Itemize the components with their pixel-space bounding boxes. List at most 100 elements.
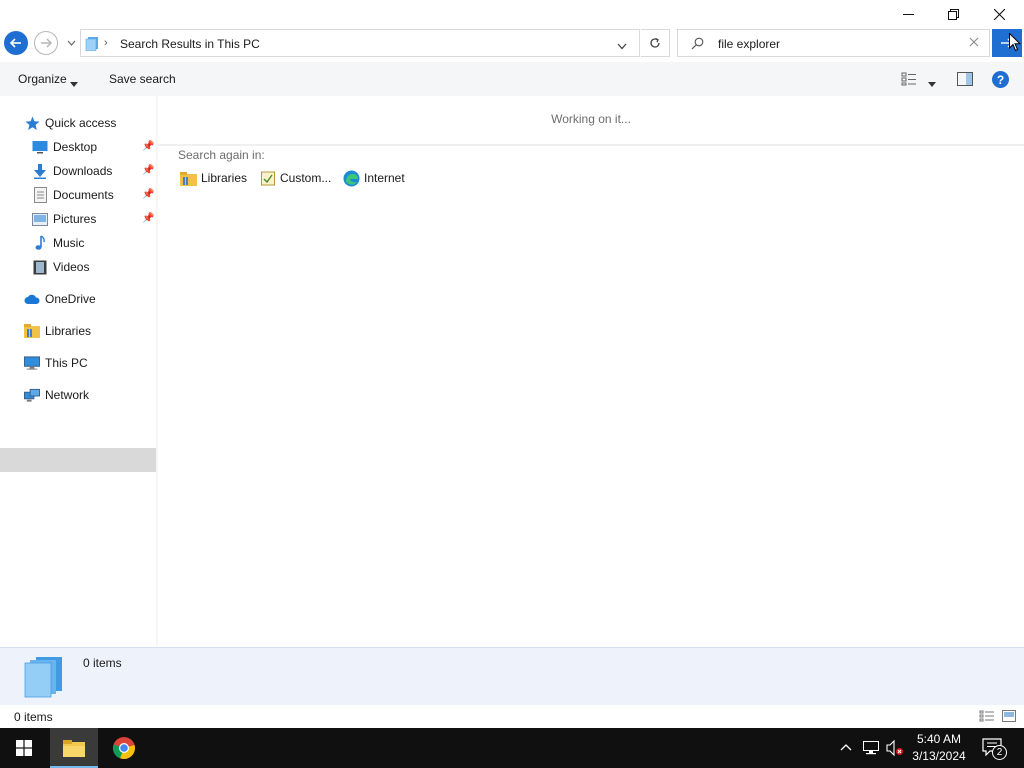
close-button[interactable] [976, 0, 1022, 28]
videos-icon [32, 259, 48, 275]
notification-count-badge: 2 [992, 745, 1007, 760]
change-view-button[interactable] [901, 72, 917, 89]
large-icons-view-toggle[interactable] [1002, 710, 1016, 725]
nav-label: OneDrive [45, 292, 96, 306]
nav-label: Downloads [53, 164, 113, 178]
search-icon [691, 37, 704, 53]
status-message: Working on it... [551, 112, 631, 126]
restore-icon [947, 8, 959, 20]
pin-icon: 📌 [142, 189, 155, 200]
pin-icon: 📌 [142, 213, 155, 224]
taskbar: 5:40 AM 3/13/2024 2 [0, 728, 1024, 768]
command-bar: Organize Save search [0, 62, 1024, 96]
search-results-icon [24, 656, 64, 701]
status-item-count: 0 items [14, 710, 53, 724]
search-location-label: Custom... [280, 171, 332, 185]
nav-item-pictures[interactable]: Pictures [32, 208, 96, 230]
search-box[interactable]: file explorer [677, 29, 990, 57]
star-icon [24, 115, 40, 131]
nav-item-downloads[interactable]: Downloads [32, 160, 112, 182]
volume-muted-icon[interactable] [886, 739, 904, 759]
address-bar[interactable]: › Search Results in This PC [80, 29, 640, 57]
restore-button[interactable] [930, 0, 976, 28]
nav-label: Music [53, 236, 85, 250]
refresh-button[interactable] [641, 29, 670, 57]
nav-libraries[interactable]: Libraries [24, 320, 91, 342]
back-button[interactable] [4, 31, 28, 55]
preview-pane-button[interactable] [957, 72, 973, 89]
large-icons-view-icon [1002, 710, 1016, 722]
nav-item-music[interactable]: Music [32, 232, 84, 254]
start-button[interactable] [0, 728, 48, 768]
documents-icon [32, 187, 48, 203]
pane-splitter[interactable] [156, 96, 158, 645]
computer-icon [24, 355, 40, 371]
clear-search-button[interactable] [969, 36, 979, 50]
nav-label: Videos [53, 260, 90, 274]
organize-dropdown-icon[interactable] [70, 76, 78, 90]
close-icon [993, 8, 1005, 20]
help-button[interactable]: ? [992, 71, 1009, 88]
address-dropdown-icon[interactable] [617, 39, 627, 53]
pin-icon: 📌 [142, 141, 155, 152]
custom-folder-icon [261, 170, 276, 186]
nav-quick-access[interactable]: Quick access [24, 112, 116, 134]
chrome-icon [112, 737, 135, 760]
details-view-toggle[interactable] [979, 710, 995, 725]
details-pane: 0 items [0, 647, 1024, 705]
minimize-button[interactable] [885, 0, 931, 28]
address-path: Search Results in This PC [120, 37, 260, 51]
back-arrow-icon [9, 38, 21, 48]
nav-item-documents[interactable]: Documents [32, 184, 114, 206]
details-view-icon [901, 72, 916, 86]
nav-label: Network [45, 388, 90, 402]
preview-pane-icon [957, 72, 973, 86]
forward-button[interactable] [34, 31, 58, 55]
breadcrumb-separator-icon: › [104, 37, 108, 49]
search-location-label: Internet [364, 171, 405, 185]
recent-locations-button[interactable] [64, 36, 78, 50]
search-again-label: Search again in: [178, 148, 265, 162]
folder-icon [63, 740, 85, 757]
taskbar-file-explorer[interactable] [50, 728, 98, 768]
organize-button[interactable]: Organize [18, 72, 67, 86]
music-icon [32, 235, 48, 251]
cloud-icon [24, 291, 40, 307]
minimize-icon [902, 13, 914, 15]
nav-item-desktop[interactable]: Desktop [32, 136, 97, 158]
windows-logo-icon [16, 740, 32, 756]
network-icon [24, 387, 40, 403]
taskbar-chrome[interactable] [100, 728, 148, 768]
search-in-internet[interactable]: Internet [343, 169, 405, 187]
clock[interactable]: 5:40 AM 3/13/2024 [905, 731, 973, 765]
view-dropdown-icon[interactable] [928, 76, 936, 90]
nav-this-pc[interactable]: This PC [24, 352, 88, 374]
close-icon [969, 37, 979, 47]
save-search-button[interactable]: Save search [109, 72, 176, 86]
divider [158, 144, 1024, 146]
forward-arrow-icon [41, 38, 53, 48]
nav-network[interactable]: Network [24, 384, 89, 406]
downloads-icon [32, 163, 48, 179]
address-row: › Search Results in This PC file explore… [0, 28, 1024, 60]
search-in-custom[interactable]: Custom... [261, 169, 331, 187]
search-input[interactable]: file explorer [718, 37, 780, 51]
mouse-cursor-icon [1009, 32, 1022, 55]
details-view-icon [979, 710, 994, 722]
search-results-icon [85, 36, 100, 54]
details-item-count: 0 items [83, 656, 122, 670]
nav-item-videos[interactable]: Videos [32, 256, 89, 278]
nav-onedrive[interactable]: OneDrive [24, 288, 96, 310]
title-bar [0, 0, 1024, 28]
clock-time: 5:40 AM [916, 732, 962, 746]
edge-icon [343, 170, 360, 187]
chevron-down-icon [67, 40, 75, 46]
libraries-icon [180, 171, 197, 186]
network-tray-icon[interactable] [863, 741, 879, 758]
clock-date: 3/13/2024 [912, 749, 966, 763]
navigation-pane: Quick access Desktop 📌 Downloads 📌 Docum… [0, 96, 156, 645]
search-in-libraries[interactable]: Libraries [180, 169, 247, 187]
show-hidden-icons-button[interactable] [840, 740, 852, 754]
status-bar: 0 items [0, 705, 1024, 728]
search-location-label: Libraries [201, 171, 248, 185]
